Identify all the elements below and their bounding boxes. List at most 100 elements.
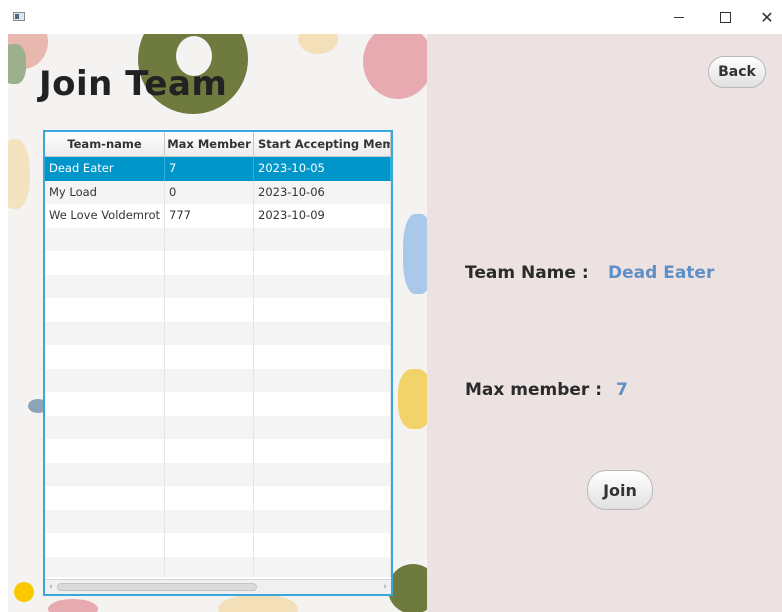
table-cell: 777 [165,204,254,228]
table-cell [165,415,254,439]
app-window-icon [13,12,25,21]
decor-blob [8,44,26,84]
table-cell [45,415,165,439]
table-cell [254,298,391,322]
table-row[interactable]: Dead Eater 7 2023-10-05 [45,157,391,181]
team-name-value: Dead Eater [608,263,715,283]
table-row-empty [45,533,391,557]
table-row-empty [45,298,391,322]
scroll-right-icon[interactable]: › [379,580,391,594]
scrollbar-thumb[interactable] [57,583,257,591]
table-cell [165,533,254,557]
table-cell [45,556,165,577]
table-cell [165,345,254,369]
table-cell [254,439,391,463]
table-cell [45,368,165,392]
table-cell: 2023-10-09 [254,204,391,228]
column-header-start-accepting[interactable]: Start Accepting Member [254,132,391,156]
table-row-empty [45,227,391,251]
table-cell [45,486,165,510]
table-cell: 0 [165,180,254,204]
right-details-panel: Back Team Name : Dead Eater Max member :… [427,34,782,612]
minimize-icon [674,16,684,18]
title-bar: ✕ [0,0,782,34]
table-row-empty [45,321,391,345]
table-cell [45,345,165,369]
table-cell [254,462,391,486]
table-cell: 2023-10-05 [254,157,391,181]
table-cell [165,368,254,392]
maximize-icon [719,11,731,23]
table-cell: Dead Eater [45,157,165,181]
table-cell: We Love Voldemrot [45,204,165,228]
scroll-left-icon[interactable]: ‹ [45,580,57,594]
decor-blob [14,582,34,602]
back-button[interactable]: Back [708,56,766,88]
table-cell [254,392,391,416]
table-cell [254,533,391,557]
close-button[interactable]: ✕ [744,0,782,34]
table-cell [165,227,254,251]
table-cell [165,556,254,577]
column-header-team-name[interactable]: Team-name [45,132,165,156]
table-cell [45,533,165,557]
table-row-empty [45,368,391,392]
table-cell [165,509,254,533]
teams-table[interactable]: Team-name Max Member Start Accepting Mem… [43,130,393,596]
table-cell [165,486,254,510]
join-button[interactable]: Join [587,470,653,510]
column-header-max-member[interactable]: Max Member [165,132,254,156]
decor-blob [218,594,298,612]
table-cell: 7 [165,157,254,181]
table-cell [45,227,165,251]
table-cell [254,321,391,345]
table-cell [45,274,165,298]
table-cell [254,274,391,298]
decor-blob [403,214,427,294]
table-cell [45,392,165,416]
team-name-label: Team Name : [465,263,589,283]
table-cell [165,439,254,463]
table-row-empty [45,439,391,463]
table-cell: My Load [45,180,165,204]
table-cell [165,298,254,322]
close-icon: ✕ [760,7,774,27]
table-row[interactable]: My Load 0 2023-10-06 [45,180,391,204]
decor-blob [8,139,30,209]
table-row-empty [45,486,391,510]
table-cell [254,556,391,577]
table-cell [254,486,391,510]
table-cell [45,298,165,322]
table-cell [254,509,391,533]
table-row-empty [45,462,391,486]
table-cell [254,345,391,369]
table-cell: 2023-10-06 [254,180,391,204]
decor-blob [398,369,427,429]
table-row-empty [45,509,391,533]
table-cell [165,392,254,416]
table-header: Team-name Max Member Start Accepting Mem… [45,132,391,157]
decor-blob [48,599,98,612]
table-cell [254,227,391,251]
table-cell [45,321,165,345]
table-row[interactable]: We Love Voldemrot 777 2023-10-09 [45,204,391,228]
maximize-button[interactable] [702,0,748,34]
table-row-empty [45,274,391,298]
table-cell [45,509,165,533]
minimize-button[interactable] [656,0,702,34]
table-cell [165,462,254,486]
table-cell [165,274,254,298]
table-cell [45,439,165,463]
table-cell [45,462,165,486]
table-row-empty [45,392,391,416]
table-cell [254,251,391,275]
max-member-value: 7 [616,380,628,400]
horizontal-scrollbar[interactable]: ‹ › [45,579,391,594]
table-row-empty [45,415,391,439]
table-cell [254,368,391,392]
decor-blob [363,34,427,99]
decor-blob [298,34,338,54]
table-cell [165,251,254,275]
decor-blob [388,564,427,612]
table-row-empty [45,556,391,577]
